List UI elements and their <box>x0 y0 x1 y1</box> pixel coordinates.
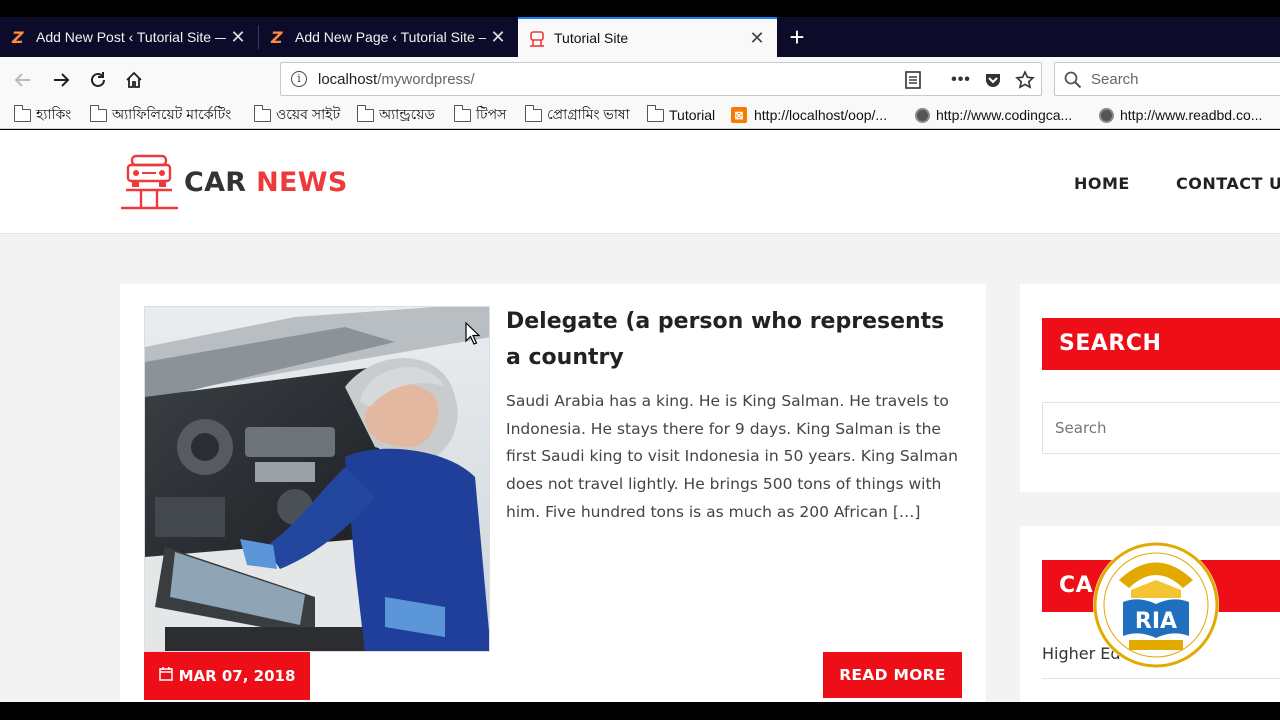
bookmark-readbd[interactable]: http://www.readbd.co... <box>1099 105 1262 125</box>
bookmark-programming-language[interactable]: প্রোগ্রামিং ভাষা <box>524 104 630 125</box>
mechanic-photo <box>145 307 489 651</box>
tab-add-new-page[interactable]: Z Add New Page ‹ Tutorial Site — ✕ <box>259 17 518 57</box>
reader-view-icon[interactable] <box>903 70 923 90</box>
post-title[interactable]: Delegate (a person who represents a coun… <box>506 304 966 376</box>
post-date: MAR 07, 2018 <box>178 667 296 685</box>
bookmark-website[interactable]: ওয়েব সাইট <box>253 104 341 125</box>
post-thumbnail[interactable] <box>144 306 490 652</box>
bookmark-label: http://localhost/oop/... <box>754 107 888 123</box>
bookmark-android[interactable]: অ্যান্ড্রয়েড <box>356 104 435 125</box>
folder-icon <box>646 104 664 122</box>
read-more-button[interactable]: READ MORE <box>823 652 962 698</box>
svg-text:Z: Z <box>11 28 24 46</box>
bookmark-label: টিপস <box>476 106 507 122</box>
close-icon[interactable]: ✕ <box>486 27 510 48</box>
bookmarks-toolbar: হ্যাকিং অ্যাফিলিয়েট মার্কেটিং ওয়েব সাই… <box>0 101 1280 129</box>
car-favicon-icon <box>528 29 546 47</box>
home-icon <box>126 71 142 88</box>
car-lift-icon <box>121 154 178 210</box>
wordpress-z-icon: Z <box>10 28 28 46</box>
bookmark-label: হ্যাকিং <box>36 106 72 122</box>
divider <box>1042 678 1280 679</box>
post-date-badge: MAR 07, 2018 <box>144 652 310 700</box>
forward-button[interactable] <box>48 67 74 93</box>
navigation-toolbar: i localhost/mywordpress/ ••• Search <box>0 57 1280 101</box>
bookmark-label: Tutorial <box>669 107 716 123</box>
mouse-cursor-icon <box>465 321 481 351</box>
new-tab-button[interactable]: + <box>783 17 811 57</box>
back-button[interactable] <box>10 67 36 93</box>
tab-title: Tutorial Site <box>554 30 629 46</box>
wordpress-z-icon: Z <box>269 28 287 46</box>
search-placeholder: Search <box>1091 71 1139 88</box>
bookmark-tutorial[interactable]: Tutorial <box>646 104 716 125</box>
folder-icon <box>356 104 374 122</box>
post-card: Delegate (a person who represents a coun… <box>120 284 986 702</box>
tab-add-new-post[interactable]: Z Add New Post ‹ Tutorial Site — ✕ <box>0 17 258 57</box>
page-actions-icon[interactable]: ••• <box>951 70 971 90</box>
forward-arrow-icon <box>54 73 70 87</box>
watermark-letters: RIA <box>1135 609 1177 634</box>
folder-icon <box>13 104 31 122</box>
url-host: localhost <box>318 71 378 88</box>
logo-text-news: NEWS <box>256 166 348 198</box>
bookmark-label: http://www.codingca... <box>936 107 1073 123</box>
bookmark-hacking[interactable]: হ্যাকিং <box>13 104 72 125</box>
globe-icon <box>915 107 930 123</box>
folder-icon <box>524 104 542 122</box>
browser-search-bar[interactable]: Search <box>1054 62 1280 96</box>
nav-contact[interactable]: CONTACT U <box>1176 174 1280 193</box>
bookmark-codingca[interactable]: http://www.codingca... <box>915 105 1072 125</box>
tab-title: Add New Page ‹ Tutorial Site — <box>295 29 486 45</box>
site-header: CAR NEWS HOME CONTACT U <box>0 130 1280 234</box>
sidebar-search-input[interactable] <box>1042 402 1280 454</box>
url-path: /mywordpress/ <box>377 71 475 88</box>
tab-tutorial-site[interactable]: Tutorial Site ✕ <box>518 17 777 57</box>
bookmark-affiliate-marketing[interactable]: অ্যাফিলিয়েট মার্কেটিং <box>89 104 232 125</box>
site-info-icon[interactable]: i <box>291 71 307 87</box>
folder-icon <box>89 104 107 122</box>
post-excerpt: Saudi Arabia has a king. He is King Salm… <box>506 392 958 521</box>
search-widget-title: SEARCH <box>1042 318 1280 370</box>
tab-strip: Z Add New Post ‹ Tutorial Site — ✕ Z Add… <box>0 17 1280 57</box>
svg-text:Z: Z <box>270 28 283 46</box>
home-button[interactable] <box>121 67 147 93</box>
bookmark-localhost-oop[interactable]: ⊠ http://localhost/oop/... <box>731 105 887 125</box>
site-logo[interactable]: CAR NEWS <box>120 152 348 212</box>
web-page: CAR NEWS HOME CONTACT U Delegate (a pers… <box>0 130 1280 702</box>
folder-icon <box>253 104 271 122</box>
xampp-icon: ⊠ <box>731 107 747 123</box>
tab-title: Add New Post ‹ Tutorial Site — <box>36 29 226 45</box>
logo-text-car: CAR <box>184 166 247 198</box>
globe-icon <box>1099 107 1114 123</box>
back-arrow-icon <box>14 73 30 87</box>
close-icon[interactable]: ✕ <box>226 27 250 48</box>
ria-academy-logo: RIA <box>1091 540 1221 670</box>
search-widget: SEARCH <box>1020 284 1280 492</box>
pocket-icon[interactable] <box>983 70 1003 90</box>
bookmark-label: প্রোগ্রামিং ভাষা <box>547 106 630 122</box>
close-icon[interactable]: ✕ <box>745 28 769 49</box>
bookmark-star-icon[interactable] <box>1015 70 1035 90</box>
folder-icon <box>453 104 471 122</box>
logo-text: CAR NEWS <box>184 167 348 198</box>
screen-bottom-bar <box>0 702 1280 720</box>
search-icon <box>1063 70 1083 90</box>
reload-button[interactable] <box>85 67 111 93</box>
bookmark-label: http://www.readbd.co... <box>1120 107 1263 123</box>
bookmark-label: অ্যাফিলিয়েট মার্কেটিং <box>112 106 232 122</box>
address-bar[interactable]: i localhost/mywordpress/ ••• <box>280 62 1042 96</box>
calendar-icon <box>158 667 173 685</box>
bookmark-label: অ্যান্ড্রয়েড <box>379 106 435 122</box>
url-text: localhost/mywordpress/ <box>318 71 475 88</box>
bookmark-label: ওয়েব সাইট <box>276 106 341 122</box>
nav-home[interactable]: HOME <box>1074 174 1130 193</box>
bookmark-tips[interactable]: টিপস <box>453 104 507 125</box>
reload-icon <box>91 72 105 87</box>
